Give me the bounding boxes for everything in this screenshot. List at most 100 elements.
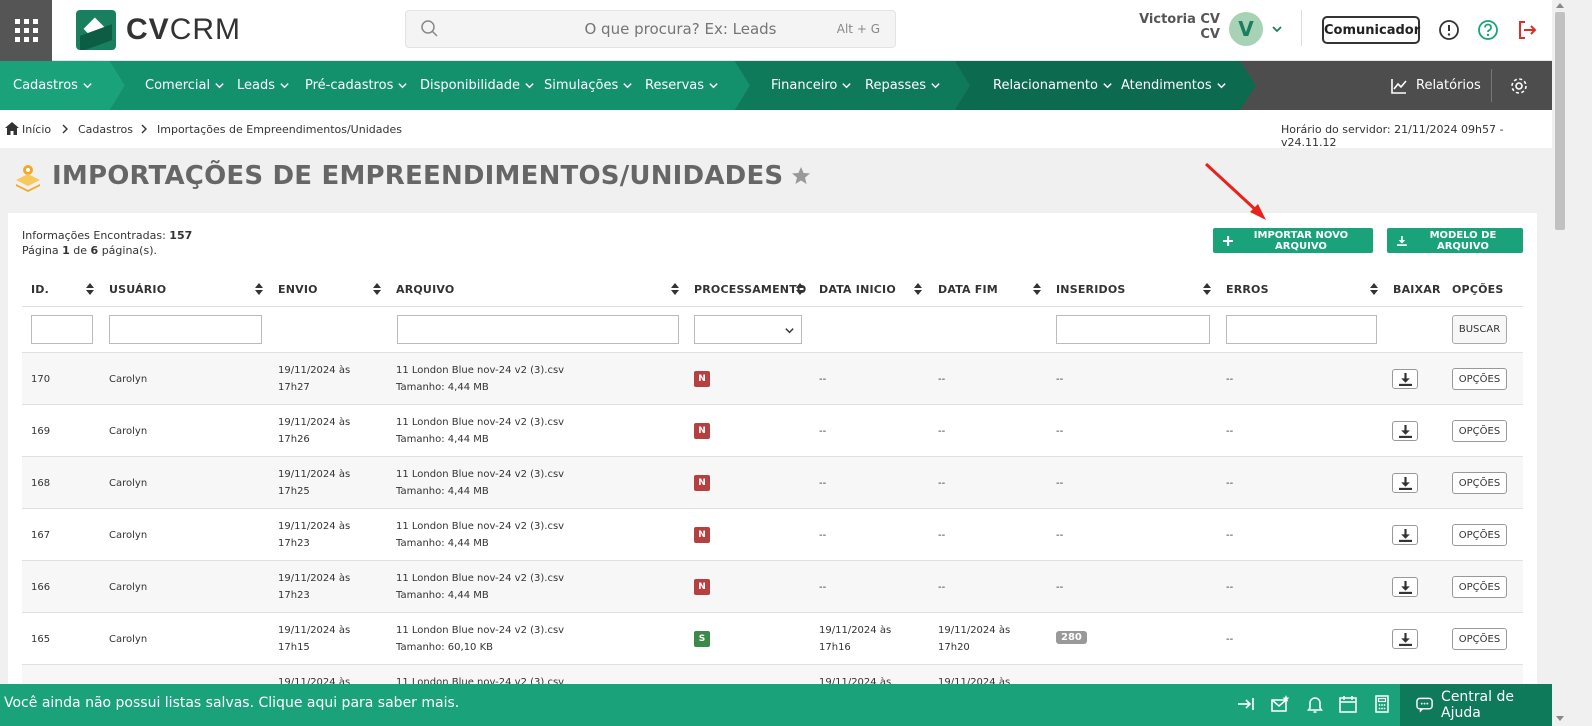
nav-item-atendimentos[interactable]: Atendimentos: [1121, 61, 1227, 110]
row-file: 11 London Blue nov-24 v2 (3).csv: [396, 677, 565, 684]
row-id: 169: [31, 426, 51, 437]
col-header-arquivo[interactable]: ARQUIVO: [396, 283, 454, 296]
footer-bar: Você ainda não possui listas salvas. Cli…: [0, 684, 1552, 726]
scrollbar-thumb[interactable]: [1555, 12, 1565, 230]
sort-icon[interactable]: [796, 283, 804, 295]
sort-icon[interactable]: [255, 283, 263, 295]
filter-id-input[interactable]: [31, 315, 93, 344]
nav-item-repasses[interactable]: Repasses: [865, 61, 941, 110]
scroll-down-icon[interactable]: [1556, 716, 1564, 721]
row-file: 11 London Blue nov-24 v2 (3).csv Tamanho:…: [396, 573, 565, 601]
results-count: 157: [169, 229, 193, 242]
nav-item-cadastros[interactable]: Cadastros: [13, 61, 93, 110]
filter-inseridos-input[interactable]: [1056, 315, 1210, 344]
search-button[interactable]: BUSCAR: [1452, 315, 1507, 344]
search-input[interactable]: [406, 11, 895, 47]
saved-lists-message[interactable]: Você ainda não possui listas salvas. Cli…: [4, 695, 459, 711]
gear-icon[interactable]: [1509, 76, 1529, 96]
download-button[interactable]: [1392, 421, 1418, 441]
options-button[interactable]: OPÇÕES: [1452, 368, 1507, 390]
breadcrumb-inicio[interactable]: Início: [22, 123, 51, 136]
nav-item-relacionamento[interactable]: Relacionamento: [993, 61, 1113, 110]
info-icon[interactable]: [1438, 19, 1460, 41]
options-button[interactable]: OPÇÕES: [1452, 576, 1507, 598]
help-center-button[interactable]: Central de Ajuda: [1400, 684, 1552, 726]
chart-line-icon: [1391, 78, 1407, 94]
row-user: Carolyn: [109, 582, 148, 593]
col-header-id[interactable]: ID.: [31, 283, 49, 296]
nav-item-leads[interactable]: Leads: [237, 61, 290, 110]
calculator-icon[interactable]: [1372, 694, 1392, 714]
sort-icon[interactable]: [1033, 283, 1041, 295]
sort-icon[interactable]: [1203, 283, 1211, 295]
row-start: 19/11/2024 às 17h16: [819, 625, 892, 653]
row-file: 11 London Blue nov-24 v2 (3).csv Tamanho:…: [396, 365, 565, 393]
col-header-envio[interactable]: ENVIO: [278, 283, 318, 296]
col-header-usuario[interactable]: USUÁRIO: [109, 283, 166, 296]
download-button[interactable]: [1392, 525, 1418, 545]
file-model-button[interactable]: MODELO DE ARQUIVO: [1387, 228, 1523, 253]
apps-menu-button[interactable]: [0, 0, 52, 61]
table-row: 19/11/2024 às 11 London Blue nov-24 v2 (…: [22, 665, 1523, 684]
row-envio: 19/11/2024 às: [278, 677, 351, 684]
nav-item-disponibilidade[interactable]: Disponibilidade: [420, 61, 535, 110]
arrow-to-right-icon[interactable]: [1236, 694, 1256, 714]
header-divider: [22, 306, 1523, 307]
row-end: --: [938, 426, 946, 437]
status-badge: N: [694, 475, 710, 491]
user-name: Victoria CV: [1139, 12, 1220, 27]
calendar-icon[interactable]: [1338, 694, 1358, 714]
col-header-processamento[interactable]: PROCESSAMENTO: [694, 283, 806, 296]
nav-item-relatorios[interactable]: Relatórios: [1390, 61, 1481, 110]
sort-icon[interactable]: [914, 283, 922, 295]
communicator-button[interactable]: Comunicador: [1322, 16, 1420, 44]
download-button[interactable]: [1392, 473, 1418, 493]
col-header-data-inicio[interactable]: DATA INICIO: [819, 283, 896, 296]
row-start: --: [819, 426, 827, 437]
import-new-file-button[interactable]: IMPORTAR NOVO ARQUIVO: [1213, 228, 1373, 253]
bell-icon[interactable]: [1305, 694, 1325, 714]
nav-item-pre-cadastros[interactable]: Pré-cadastros: [305, 61, 408, 110]
breadcrumb-cadastros[interactable]: Cadastros: [78, 123, 133, 136]
page-header: IMPORTAÇÕES DE EMPREENDIMENTOS/UNIDADES: [12, 160, 811, 192]
col-header-erros[interactable]: ERROS: [1226, 283, 1269, 296]
download-button[interactable]: [1392, 369, 1418, 389]
row-end: --: [938, 530, 946, 541]
avatar[interactable]: V: [1229, 12, 1263, 46]
filter-usuario-input[interactable]: [109, 315, 262, 344]
scroll-up-icon[interactable]: [1556, 3, 1564, 8]
logout-icon[interactable]: [1516, 19, 1538, 41]
nav-item-comercial[interactable]: Comercial: [145, 61, 225, 110]
chevron-down-icon: [709, 83, 718, 89]
cvcrm-logo[interactable]: CVCRM: [76, 10, 241, 50]
sort-icon[interactable]: [86, 283, 94, 295]
options-button[interactable]: OPÇÕES: [1452, 524, 1507, 546]
sort-icon[interactable]: [671, 283, 679, 295]
row-envio: 19/11/2024 às 17h23: [278, 521, 351, 549]
options-button[interactable]: OPÇÕES: [1452, 420, 1507, 442]
page-scrollbar[interactable]: [1552, 0, 1568, 726]
download-button[interactable]: [1392, 629, 1418, 649]
help-icon[interactable]: [1477, 19, 1499, 41]
star-icon[interactable]: [791, 166, 811, 186]
chevron-down-icon[interactable]: [1270, 22, 1284, 36]
nav-item-reservas[interactable]: Reservas: [645, 61, 719, 110]
nav-item-simulacoes[interactable]: Simulações: [544, 61, 633, 110]
filter-erros-input[interactable]: [1226, 315, 1377, 344]
mail-star-icon[interactable]: [1270, 694, 1290, 714]
filter-processamento-select[interactable]: [694, 315, 802, 344]
user-short: CV: [1200, 27, 1220, 42]
table-row: 169 Carolyn 19/11/2024 às 17h26 11 London…: [22, 405, 1523, 457]
sort-icon[interactable]: [373, 283, 381, 295]
col-header-inseridos[interactable]: INSERIDOS: [1056, 283, 1126, 296]
table-row: 170 Carolyn 19/11/2024 às 17h27 11 London…: [22, 353, 1523, 405]
filter-arquivo-input[interactable]: [397, 315, 679, 344]
options-button[interactable]: OPÇÕES: [1452, 628, 1507, 650]
sort-icon[interactable]: [1370, 283, 1378, 295]
user-info[interactable]: Victoria CV CV: [1130, 12, 1220, 42]
annotation-arrow-icon: [1204, 162, 1266, 220]
nav-item-financeiro[interactable]: Financeiro: [771, 61, 852, 110]
col-header-data-fim[interactable]: DATA FIM: [938, 283, 998, 296]
download-button[interactable]: [1392, 577, 1418, 597]
options-button[interactable]: OPÇÕES: [1452, 472, 1507, 494]
